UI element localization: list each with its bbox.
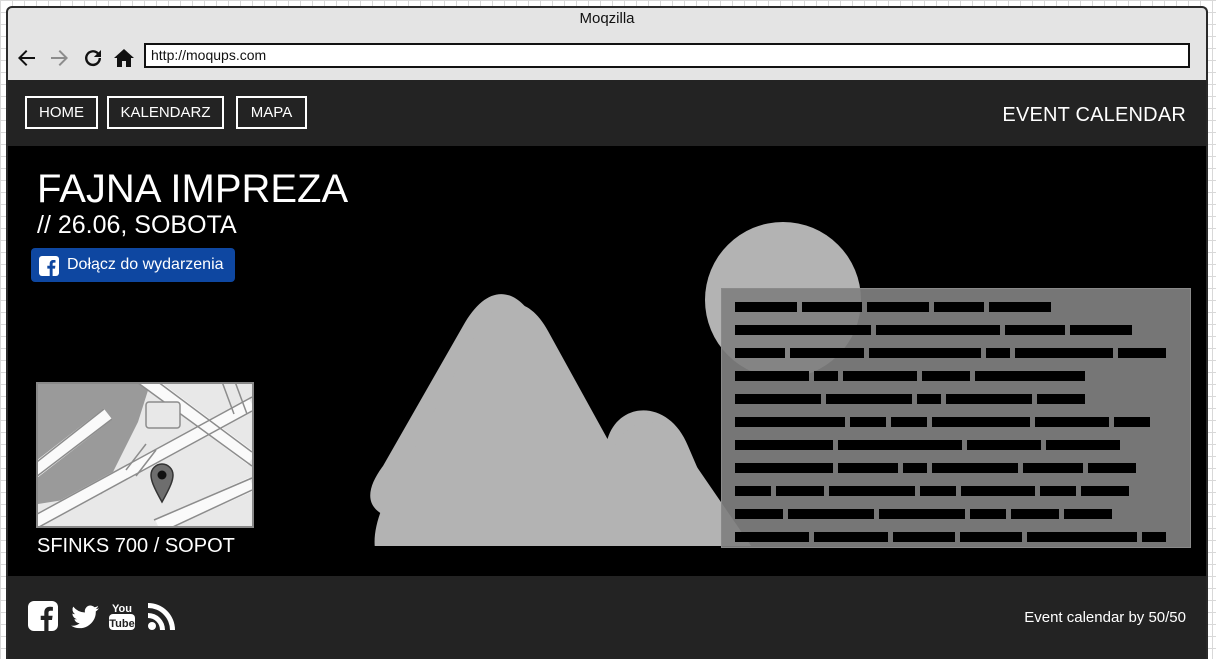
nav-mapa[interactable]: MAPA	[236, 96, 307, 129]
youtube-icon[interactable]: You Tube	[106, 600, 138, 632]
home-icon[interactable]	[112, 46, 136, 70]
footer-credit: Event calendar by 50/50	[1024, 609, 1186, 626]
reload-icon[interactable]	[81, 46, 105, 70]
browser-toolbar: http://moqups.com	[8, 40, 1206, 76]
twitter-icon[interactable]	[69, 600, 101, 632]
event-date: // 26.06, SOBOTA	[37, 211, 237, 239]
address-bar[interactable]: http://moqups.com	[144, 43, 1190, 68]
site-header: HOME KALENDARZ MAPA EVENT CALENDAR	[8, 80, 1206, 146]
location-map[interactable]	[36, 382, 254, 528]
nav-kalendarz[interactable]: KALENDARZ	[107, 96, 224, 129]
window-title: Moqzilla	[579, 10, 635, 27]
site-footer: You Tube Event calendar by 50/50	[8, 576, 1206, 659]
site-title: EVENT CALENDAR	[1002, 104, 1186, 126]
map-image	[38, 384, 252, 526]
browser-window: Moqzilla http://moqups.com HOME KALENDAR…	[6, 6, 1208, 659]
back-arrow-icon[interactable]	[14, 46, 38, 70]
forward-arrow-icon[interactable]	[48, 46, 72, 70]
facebook-icon[interactable]	[27, 600, 59, 632]
event-site: HOME KALENDARZ MAPA EVENT CALENDAR FAJNA…	[8, 80, 1206, 659]
svg-text:You: You	[112, 603, 132, 615]
event-content: FAJNA IMPREZA // 26.06, SOBOTA Dołącz do…	[8, 146, 1206, 576]
rss-icon[interactable]	[146, 600, 178, 632]
event-title: FAJNA IMPREZA	[37, 167, 349, 211]
join-event-button[interactable]: Dołącz do wydarzenia	[31, 248, 235, 282]
event-description-placeholder	[721, 288, 1191, 548]
event-location: SFINKS 700 / SOPOT	[37, 535, 235, 557]
join-event-label: Dołącz do wydarzenia	[67, 256, 224, 273]
facebook-icon	[39, 256, 59, 276]
nav-home[interactable]: HOME	[25, 96, 98, 129]
svg-text:Tube: Tube	[109, 618, 134, 630]
